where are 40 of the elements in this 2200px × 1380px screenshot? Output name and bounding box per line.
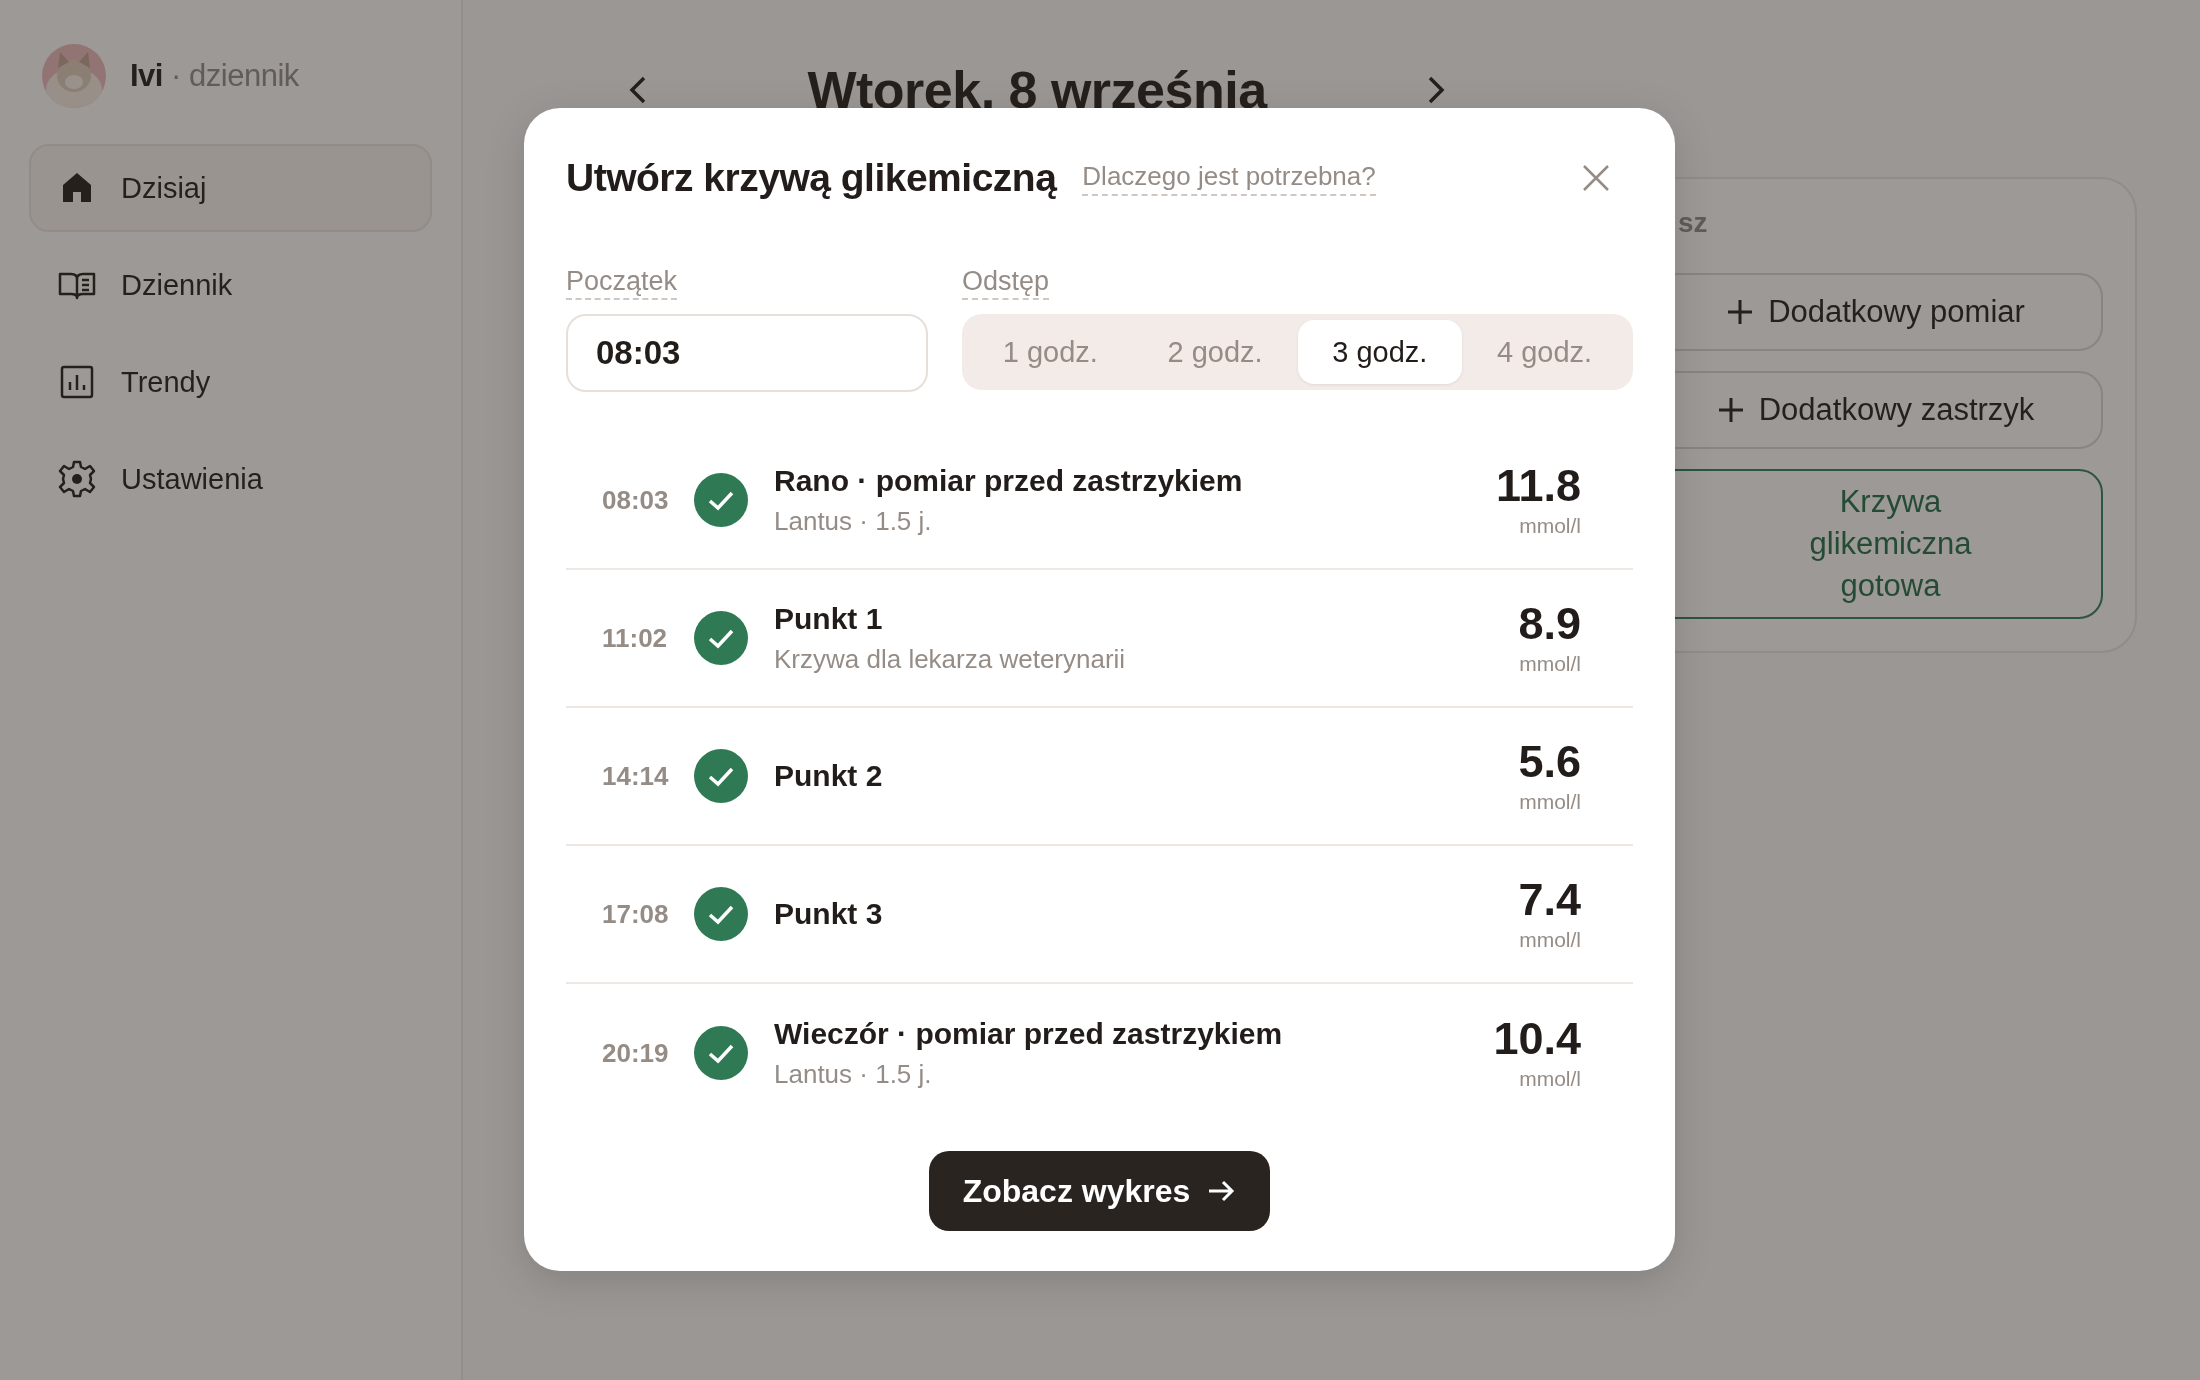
plus-icon (1716, 396, 1745, 424)
point-time: 14:14 (602, 760, 670, 792)
nav-item[interactable]: Ustawienia (29, 435, 432, 523)
field-label: Odstęp (962, 266, 1050, 300)
glucose-value: 11.8 (1495, 462, 1581, 508)
glucose-value: 7.4 (1518, 876, 1581, 922)
settings-icon (57, 459, 97, 499)
glucose-value: 10.4 (1493, 1015, 1581, 1061)
unit-label: mmol/l (1519, 513, 1581, 538)
interval-option[interactable]: 3 godz. (1297, 320, 1463, 384)
glucose-value: 8.9 (1518, 600, 1581, 646)
card-title: sz (1678, 207, 1709, 239)
point-title: Punkt 2 (774, 759, 884, 793)
point-title: Punkt 1 (774, 601, 884, 636)
app-title: Ivi · dziennik (130, 58, 299, 94)
point-title: Punkt 3 (774, 897, 884, 931)
glucose-value: 5.6 (1518, 738, 1581, 784)
unit-label: mmol/l (1519, 1066, 1581, 1091)
point-time: 08:03 (602, 484, 670, 516)
nav-item[interactable]: Dzisiaj (29, 144, 432, 232)
point-subtitle: Krzywa dla lekarza weterynarii (774, 643, 1127, 675)
plus-icon (1726, 298, 1755, 326)
unit-label: mmol/l (1519, 789, 1581, 814)
point-time: 11:02 (602, 622, 669, 654)
help-link[interactable]: Dlaczego jest potrzebna? (1082, 160, 1376, 196)
unit-label: mmol/l (1519, 651, 1581, 676)
day-title: Wtorek, 8 września (807, 60, 1267, 120)
point-subtitle: Lantus · 1.5 j. (774, 1058, 933, 1090)
view-chart-button[interactable]: Zobacz wykres (928, 1151, 1271, 1231)
point-time: 17:08 (602, 898, 670, 930)
point-time: 20:19 (602, 1037, 670, 1069)
nav-item[interactable]: Trendy (29, 338, 432, 426)
unit-label: mmol/l (1519, 927, 1581, 952)
point-title: Rano · pomiar przed zastrzykiem (774, 463, 1244, 498)
point-title: Wieczór · pomiar przed zastrzykiem (774, 1016, 1284, 1051)
time-field[interactable]: 08:03 (566, 314, 928, 392)
point-subtitle: Lantus · 1.5 j. (774, 505, 933, 537)
field-label: Początek (566, 266, 678, 300)
dialog-title: Utwórz krzywą glikemiczną (566, 156, 1057, 200)
nav-item[interactable]: Dziennik (29, 241, 432, 329)
